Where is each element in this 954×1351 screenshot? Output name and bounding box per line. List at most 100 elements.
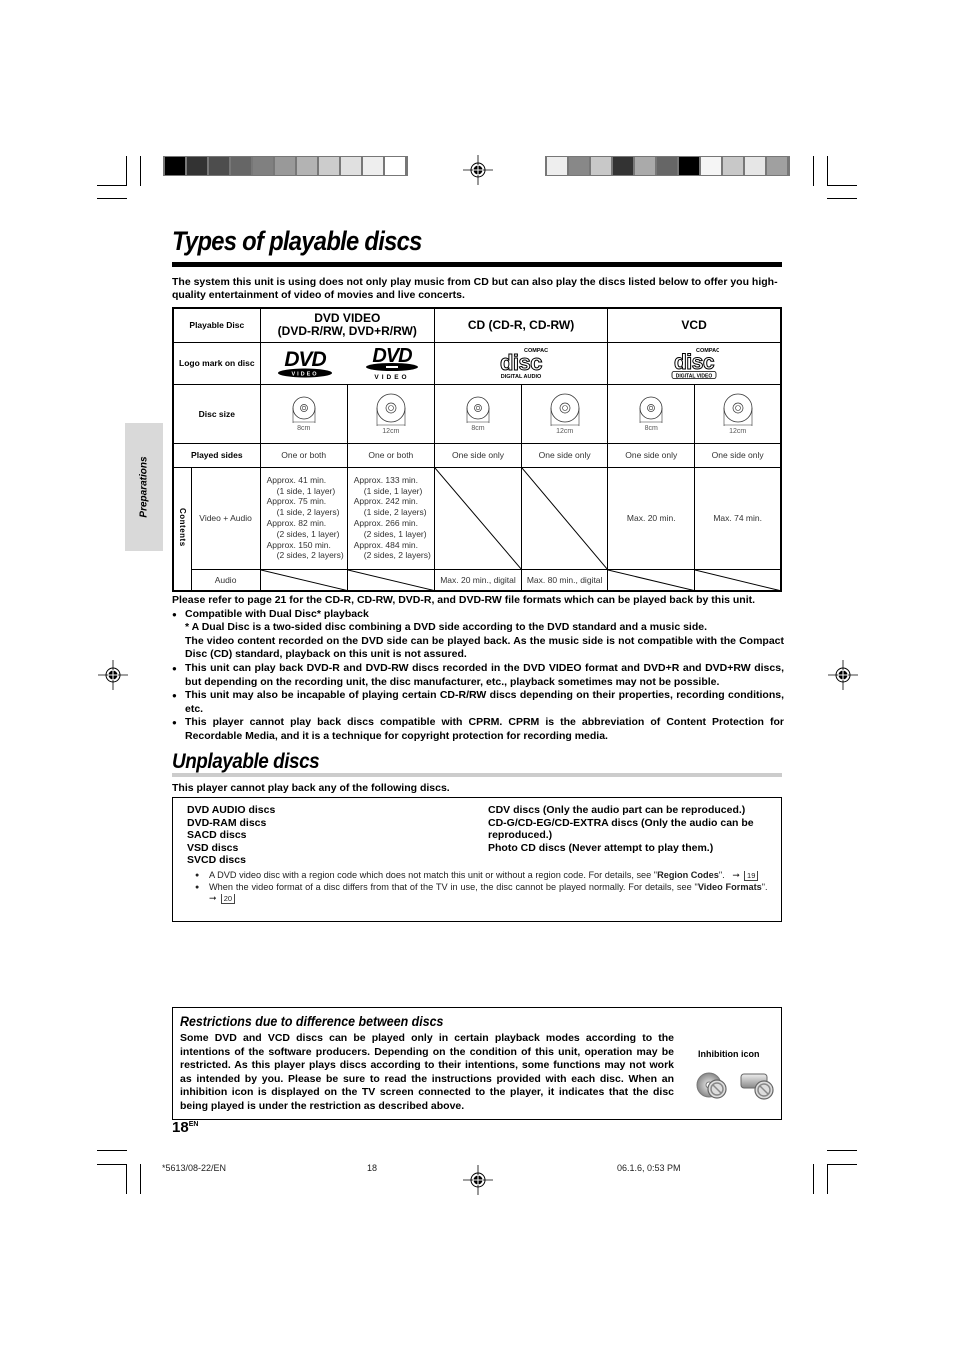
registration-mark-icon bbox=[463, 155, 493, 185]
intro-text: The system this unit is using does not o… bbox=[172, 276, 778, 301]
unplayable-bullet: A DVD video disc with a region code whic… bbox=[195, 870, 773, 882]
vcd-logo-cell: COMPACT disc DIGITAL VIDEO bbox=[607, 341, 782, 385]
list-item: VSD discs bbox=[187, 841, 239, 854]
bullet-text: When the video format of a disc differs … bbox=[209, 881, 698, 892]
color-swatch bbox=[569, 157, 589, 175]
disc-size-cell: 8cm bbox=[259, 383, 348, 444]
svg-text:disc: disc bbox=[500, 350, 542, 375]
color-swatch bbox=[319, 157, 339, 175]
compact-disc-digital-audio-logo-icon: COMPACT disc DIGITAL AUDIO bbox=[500, 348, 553, 380]
bullet-text: A DVD video disc with a region code whic… bbox=[209, 870, 658, 880]
color-swatch bbox=[231, 157, 251, 175]
diagonal-slash bbox=[608, 570, 694, 591]
not-applicable-cell bbox=[433, 466, 523, 570]
footer-page: 18 bbox=[367, 1163, 378, 1173]
row-label-video-audio: Video + Audio bbox=[190, 466, 261, 570]
vcd-12cm-time: Max. 74 min. bbox=[694, 466, 782, 570]
timing-line: (1 side, 2 layers) bbox=[276, 507, 340, 518]
crop-mark bbox=[126, 1164, 127, 1194]
disc-icon bbox=[723, 393, 753, 426]
note-bullet: This player cannot play back discs compa… bbox=[172, 716, 784, 743]
registration-mark-icon bbox=[828, 660, 858, 690]
color-bar-right bbox=[545, 156, 790, 176]
color-swatch bbox=[723, 157, 743, 175]
dvd-12cm-times: Approx. 133 min. (1 side, 1 layer) Approx.… bbox=[346, 466, 435, 570]
color-swatch bbox=[745, 157, 765, 175]
timing-line: Approx. 75 min. bbox=[266, 496, 327, 507]
crop-mark bbox=[140, 1164, 141, 1194]
list-item: SVCD discs bbox=[187, 854, 246, 867]
not-applicable-cell bbox=[521, 466, 609, 570]
table-row: Playable Disc DVD VIDEO (DVD-R/RW, DVD+R… bbox=[172, 307, 782, 343]
unplayable-title: Unplayable discs bbox=[172, 750, 320, 773]
disc-size-label: 8cm bbox=[644, 424, 658, 432]
color-swatch bbox=[701, 157, 721, 175]
crop-mark bbox=[827, 1164, 828, 1194]
not-applicable-cell bbox=[259, 568, 348, 592]
color-swatch bbox=[657, 157, 677, 175]
disc-icon bbox=[292, 396, 316, 423]
crop-mark bbox=[827, 1164, 857, 1165]
disc-inhibition-icon bbox=[696, 1072, 727, 1099]
diagonal-slash bbox=[261, 570, 347, 591]
video-formats-ref: Video Formats bbox=[697, 881, 762, 892]
playable-discs-table: Playable Disc DVD VIDEO (DVD-R/RW, DVD+R… bbox=[172, 307, 782, 592]
page-ref-19[interactable]: 19 bbox=[744, 871, 759, 881]
timing-line: Approx. 41 min. bbox=[266, 474, 327, 485]
color-swatch bbox=[341, 157, 361, 175]
played-sides-cell: One side only bbox=[607, 442, 696, 468]
timing-line: (1 side, 2 layers) bbox=[363, 507, 427, 518]
dvd-8cm-times: Approx. 41 min. (1 side, 1 layer) Approx. … bbox=[259, 466, 348, 570]
table-row: Contents Video + Audio Approx. 41 min. (1… bbox=[172, 466, 782, 592]
not-applicable-cell bbox=[694, 568, 782, 592]
diagonal-slash bbox=[348, 570, 434, 591]
group-header-vcd: VCD bbox=[607, 307, 782, 343]
crop-mark bbox=[97, 185, 127, 186]
disc-size-cell: 12cm bbox=[521, 383, 609, 444]
color-swatch bbox=[297, 157, 317, 175]
registration-mark-icon bbox=[98, 660, 128, 690]
group-header-cd: CD (CD-R, CD-RW) bbox=[433, 307, 609, 343]
played-sides-cell: One or both bbox=[259, 442, 348, 468]
restrictions-title: Restrictions due to difference between d… bbox=[180, 1014, 444, 1029]
color-swatch bbox=[165, 157, 185, 175]
dvd-logos-cell: DVD VIDEO DVD VIDEO bbox=[259, 341, 435, 385]
list-item: DVD-RAM discs bbox=[187, 816, 267, 829]
timing-line: (2 sides, 1 layer) bbox=[276, 528, 340, 539]
title-rule bbox=[172, 262, 782, 267]
timing-line: Approx. 150 min. bbox=[266, 539, 331, 550]
group-sub: (DVD-R/RW, DVD+R/RW) bbox=[277, 324, 417, 339]
vcd-8cm-time: Max. 20 min. bbox=[607, 466, 696, 570]
row-label-audio: Audio bbox=[190, 568, 261, 592]
color-swatch bbox=[253, 157, 273, 175]
crop-mark bbox=[813, 1164, 814, 1194]
restrictions-text: Some DVD and VCD discs can be played onl… bbox=[180, 1032, 674, 1112]
color-swatch bbox=[613, 157, 633, 175]
dvd-video-logo-alt-icon: DVD VIDEO bbox=[365, 345, 418, 381]
group-header-dvd: DVD VIDEO (DVD-R/RW, DVD+R/RW) bbox=[259, 307, 435, 343]
registration-mark-icon bbox=[463, 1165, 493, 1195]
bullet-text: ". bbox=[718, 870, 725, 880]
crop-mark bbox=[827, 185, 857, 186]
disc-size-label: 8cm bbox=[297, 424, 311, 432]
color-bar-left bbox=[163, 156, 408, 176]
disc-size-label: 12cm bbox=[556, 427, 574, 435]
list-item: Photo CD discs (Never attempt to play th… bbox=[488, 841, 714, 854]
page-ref-20[interactable]: 20 bbox=[220, 894, 236, 904]
page-number-value: 18 bbox=[172, 1119, 189, 1136]
disc-icon bbox=[376, 393, 406, 426]
color-swatch bbox=[767, 157, 787, 175]
cd-8cm-audio: Max. 20 min., digital bbox=[433, 568, 523, 592]
dual-disc-title: Compatible with Dual Disc* playback bbox=[185, 607, 369, 620]
page-number: 18EN bbox=[172, 1119, 198, 1136]
crop-mark bbox=[813, 156, 814, 186]
timing-line: Approx. 82 min. bbox=[266, 518, 327, 528]
cd-logo-cell: COMPACT disc DIGITAL AUDIO bbox=[433, 341, 609, 385]
crop-mark bbox=[97, 1150, 127, 1151]
note-bullet: This unit may also be incapable of playi… bbox=[172, 689, 784, 716]
list-item: CDV discs (Only the audio part can be re… bbox=[488, 804, 746, 816]
color-swatch bbox=[209, 157, 229, 175]
svg-text:DVD: DVD bbox=[284, 348, 326, 371]
disc-size-cell: 8cm bbox=[433, 383, 523, 444]
dual-disc-bullet: Compatible with Dual Disc* playback * A … bbox=[172, 608, 784, 662]
